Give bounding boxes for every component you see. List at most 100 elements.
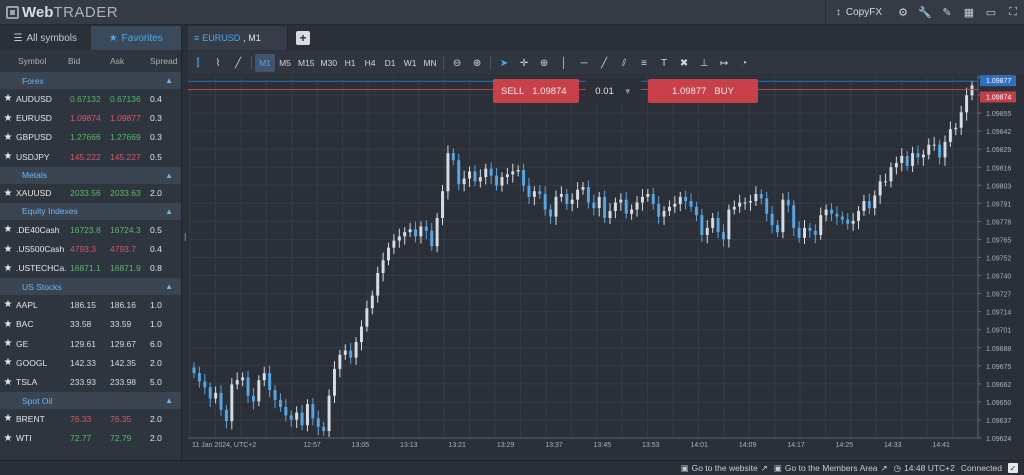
- symbol-group-header[interactable]: Equity Indexes ▲: [0, 202, 181, 220]
- window-icon[interactable]: ▭: [980, 0, 1002, 25]
- tab-all-symbols[interactable]: ☰ All symbols: [0, 26, 91, 50]
- favorite-star-icon[interactable]: ★: [0, 433, 16, 444]
- symbol-row[interactable]: ★ .US500Cash 4793.3 4793.7 0.4: [0, 239, 181, 258]
- candle-body: [608, 210, 612, 219]
- favorite-star-icon[interactable]: ★: [0, 132, 16, 143]
- website-link[interactable]: ▣ Go to the website ↗: [681, 463, 768, 474]
- chevron-up-icon[interactable]: ▲: [165, 396, 173, 405]
- favorite-star-icon[interactable]: ★: [0, 188, 16, 199]
- symbol-row[interactable]: ★ XAUUSD 2033.56 2033.63 2.0: [0, 184, 181, 203]
- ask-price: 1.09877: [110, 113, 141, 124]
- buy-button[interactable]: 1.09877 BUY: [648, 79, 758, 103]
- bid-price: 16723.8: [70, 224, 101, 235]
- delete-objects-icon[interactable]: ✖: [674, 54, 694, 72]
- candlestick-chart[interactable]: 1.098801.098671.098551.098421.098291.098…: [188, 75, 1024, 460]
- tab-favorites[interactable]: ★ Favorites: [90, 26, 181, 50]
- favorite-star-icon[interactable]: ★: [0, 244, 16, 255]
- timeframe-h4[interactable]: H4: [360, 54, 380, 72]
- symbol-row[interactable]: ★ GBPUSD 1.27666 1.27669 0.3: [0, 128, 181, 147]
- cursor-icon[interactable]: ➤: [494, 54, 514, 72]
- chart-shift-icon[interactable]: ↦: [714, 54, 734, 72]
- favorite-star-icon[interactable]: ★: [0, 113, 16, 124]
- price-chart[interactable]: 1.098801.098671.098551.098421.098291.098…: [188, 75, 1024, 460]
- symbol-group-header[interactable]: US Stocks ▲: [0, 278, 181, 296]
- chevron-up-icon[interactable]: ▲: [165, 171, 173, 180]
- timeframe-m5[interactable]: M5: [275, 54, 295, 72]
- calculator-icon[interactable]: ▦: [958, 0, 980, 25]
- timeframe-w1[interactable]: W1: [400, 54, 420, 72]
- timeframe-mn[interactable]: MN: [420, 54, 440, 72]
- lot-size-field[interactable]: 0.01 ▼: [586, 79, 641, 103]
- symbol-row[interactable]: ★ AUDUSD 0.67132 0.67136 0.4: [0, 89, 181, 108]
- timeframe-m1[interactable]: M1: [255, 54, 275, 72]
- favorite-star-icon[interactable]: ★: [0, 263, 16, 274]
- favorite-star-icon[interactable]: ★: [0, 319, 16, 330]
- favorite-star-icon[interactable]: ★: [0, 93, 16, 104]
- symbol-row[interactable]: ★ BAC 33.58 33.59 1.0: [0, 315, 181, 334]
- line-chart-icon[interactable]: ╱: [228, 54, 248, 72]
- crosshair-icon[interactable]: ✛: [514, 54, 534, 72]
- chevron-up-icon[interactable]: ▲: [165, 207, 173, 216]
- symbol-row[interactable]: ★ BRENT 76.33 76.35 2.0: [0, 409, 181, 428]
- fullscreen-icon[interactable]: ⛶: [1002, 0, 1024, 25]
- toolbar-separator: [490, 56, 492, 70]
- symbol-row[interactable]: ★ .USTECHCa... 16871.1 16871.9 0.8: [0, 259, 181, 278]
- checkbox-icon[interactable]: ✓: [1008, 463, 1018, 473]
- fibonacci-icon[interactable]: ≡: [634, 54, 654, 72]
- candle-body: [392, 240, 396, 248]
- text-tool-icon[interactable]: T: [654, 54, 674, 72]
- symbol-row[interactable]: ★ EURUSD 1.09874 1.09877 0.3: [0, 108, 181, 127]
- candlestick-chart-icon[interactable]: ⫿: [188, 54, 208, 72]
- pencil-icon[interactable]: ✎: [936, 0, 958, 25]
- symbol-row[interactable]: ★ TSLA 233.93 233.98 5.0: [0, 373, 181, 392]
- favorite-star-icon[interactable]: ★: [0, 413, 16, 424]
- add-chart-tab-button[interactable]: +: [296, 31, 310, 45]
- symbol-row[interactable]: ★ USDJPY 145.222 145.227 0.5: [0, 147, 181, 166]
- symbol-group-header[interactable]: Metals ▲: [0, 166, 181, 184]
- members-area-link[interactable]: ▣ Go to the Members Area ↗: [774, 463, 888, 474]
- zoom-in-icon[interactable]: ⊕: [467, 54, 487, 72]
- chevron-up-icon[interactable]: ▲: [165, 282, 173, 291]
- chevron-down-icon[interactable]: ▼: [624, 87, 632, 96]
- candle-body: [927, 144, 931, 155]
- symbol-group-header[interactable]: Spot Oil ▲: [0, 392, 181, 410]
- favorite-star-icon[interactable]: ★: [0, 299, 16, 310]
- indicators-icon[interactable]: ⊥: [694, 54, 714, 72]
- chevron-up-icon[interactable]: ▲: [165, 76, 173, 85]
- timeframe-d1[interactable]: D1: [380, 54, 400, 72]
- symbol-group-header[interactable]: Forex ▲: [0, 72, 181, 89]
- chart-tab-eurusd[interactable]: ≡ EURUSD , M1: [188, 26, 288, 50]
- timeframe-m30[interactable]: M30: [318, 54, 341, 72]
- symbol-row[interactable]: ★ GE 129.61 129.67 6.0: [0, 334, 181, 353]
- favorite-star-icon[interactable]: ★: [0, 224, 16, 235]
- horizontal-line-icon[interactable]: ─: [574, 54, 594, 72]
- y-tick-label: 1.09637: [986, 418, 1011, 425]
- speedometer-icon[interactable]: ◔: [734, 54, 754, 72]
- candle-body: [808, 227, 812, 231]
- wrench-icon[interactable]: 🔧: [914, 0, 936, 25]
- clock-icon: ◷: [893, 462, 902, 473]
- panel-resize-handle[interactable]: ❙: [182, 232, 189, 246]
- symbol-row[interactable]: ★ .DE40Cash 16723.8 16724.3 0.5: [0, 220, 181, 239]
- bar-chart-icon[interactable]: ⌇: [208, 54, 228, 72]
- trend-line-icon[interactable]: ╱: [594, 54, 614, 72]
- favorite-star-icon[interactable]: ★: [0, 151, 16, 162]
- symbol-row[interactable]: ★ AAPL 186.15 186.16 1.0: [0, 295, 181, 314]
- favorite-star-icon[interactable]: ★: [0, 377, 16, 388]
- copyfx-button[interactable]: ↕ CopyFX: [824, 0, 892, 25]
- symbol-row[interactable]: ★ GOOGL 142.33 142.35 2.0: [0, 353, 181, 372]
- candle-body: [441, 191, 445, 219]
- zoom-out-icon[interactable]: ⊖: [447, 54, 467, 72]
- ask-price: 145.227: [110, 151, 141, 162]
- channel-icon[interactable]: ⫽: [614, 54, 634, 72]
- favorite-star-icon[interactable]: ★: [0, 338, 16, 349]
- crosshair-plus-icon[interactable]: ⊕: [534, 54, 554, 72]
- favorite-star-icon[interactable]: ★: [0, 357, 16, 368]
- symbol-row[interactable]: ★ WTI 72.77 72.79 2.0: [0, 428, 181, 447]
- vertical-line-icon[interactable]: │: [554, 54, 574, 72]
- settings-icon[interactable]: ⚙: [892, 0, 914, 25]
- timeframe-h1[interactable]: H1: [340, 54, 360, 72]
- timeframe-m15[interactable]: M15: [295, 54, 318, 72]
- symbol-name: GBPUSD: [16, 132, 52, 143]
- sell-button[interactable]: SELL 1.09874: [493, 79, 579, 103]
